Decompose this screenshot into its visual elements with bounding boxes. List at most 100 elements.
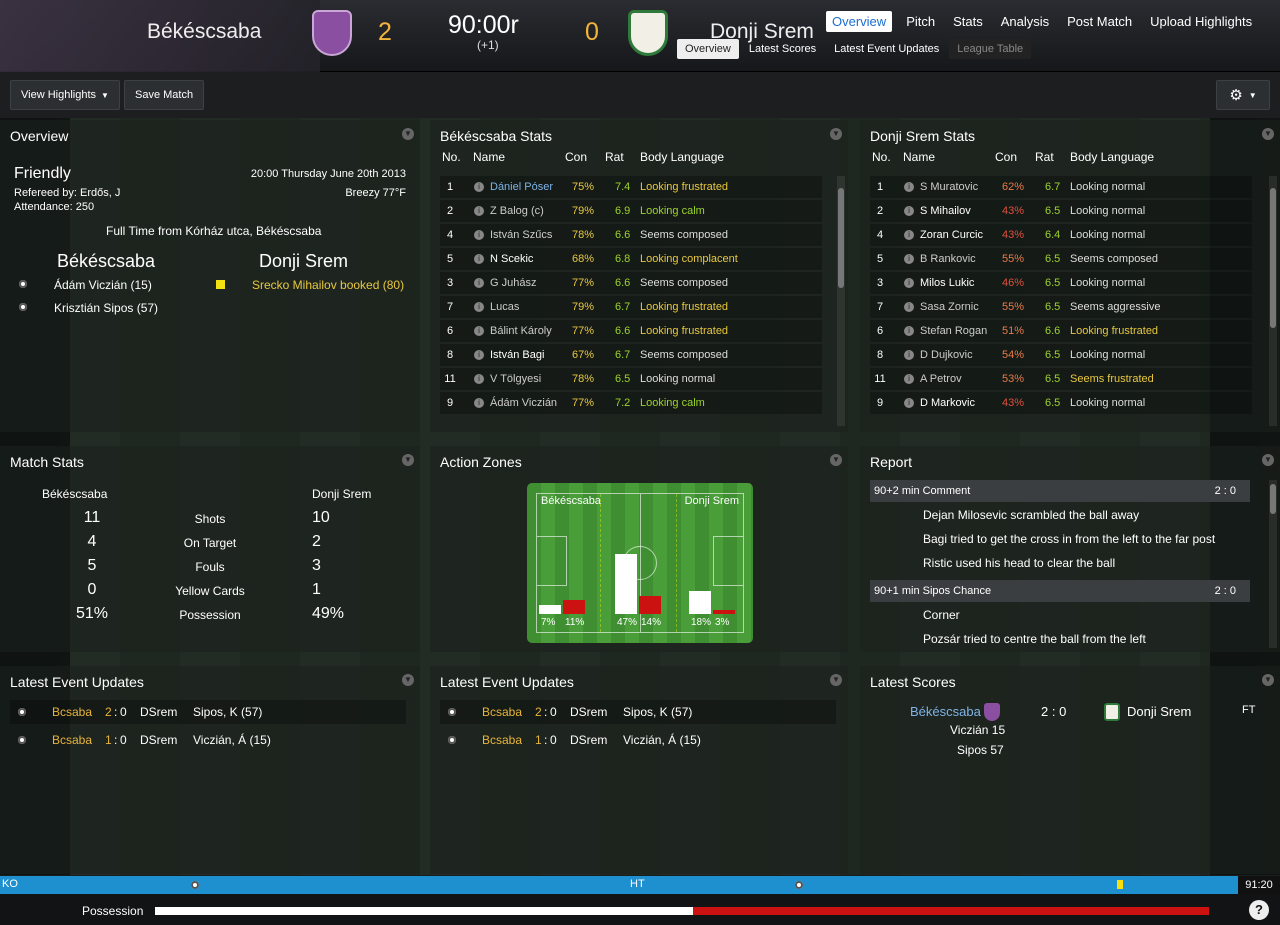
- info-icon[interactable]: i: [904, 206, 914, 216]
- player-name[interactable]: N Scekic: [490, 253, 533, 265]
- scores-score[interactable]: 2 : 0: [1041, 704, 1066, 719]
- player-row[interactable]: 9 i Ádám Viczián 77% 7.2 Looking calm: [440, 392, 822, 414]
- player-name[interactable]: Lucas: [490, 301, 519, 313]
- tab-post-match[interactable]: Post Match: [1061, 11, 1138, 32]
- chevron-down-icon[interactable]: ▼: [1262, 454, 1274, 466]
- info-icon[interactable]: i: [904, 374, 914, 384]
- chevron-down-icon[interactable]: ▼: [402, 454, 414, 466]
- player-row[interactable]: 3 i Milos Lukic 46% 6.5 Looking normal: [870, 272, 1252, 294]
- player-name[interactable]: Ádám Viczián: [490, 397, 557, 409]
- scroll-thumb[interactable]: [1270, 484, 1276, 514]
- player-name[interactable]: Dániel Póser: [490, 181, 553, 193]
- info-icon[interactable]: i: [904, 254, 914, 264]
- player-name[interactable]: István Szűcs: [490, 229, 552, 241]
- col-con[interactable]: Con: [995, 150, 1017, 164]
- player-name[interactable]: S Muratovic: [920, 181, 978, 193]
- tab-stats[interactable]: Stats: [947, 11, 989, 32]
- info-icon[interactable]: i: [904, 230, 914, 240]
- player-row[interactable]: 4 i Zoran Curcic 43% 6.4 Looking normal: [870, 224, 1252, 246]
- player-row[interactable]: 11 i V Tölgyesi 78% 6.5 Looking normal: [440, 368, 822, 390]
- player-name[interactable]: István Bagi: [490, 349, 544, 361]
- info-icon[interactable]: i: [904, 398, 914, 408]
- yellow-card-icon[interactable]: [1117, 880, 1123, 889]
- tab-upload-highlights[interactable]: Upload Highlights: [1144, 11, 1258, 32]
- info-icon[interactable]: i: [904, 278, 914, 288]
- info-icon[interactable]: i: [474, 350, 484, 360]
- player-name[interactable]: Milos Lukic: [920, 277, 974, 289]
- player-name[interactable]: G Juhász: [490, 277, 536, 289]
- player-row[interactable]: 7 i Sasa Zornic 55% 6.5 Seems aggressive: [870, 296, 1252, 318]
- player-row[interactable]: 6 i Bálint Károly 77% 6.6 Looking frustrated: [440, 320, 822, 342]
- chevron-down-icon[interactable]: ▼: [1262, 128, 1274, 140]
- event-team[interactable]: Bcsaba: [482, 705, 522, 719]
- info-icon[interactable]: i: [474, 302, 484, 312]
- event-team[interactable]: Bcsaba: [52, 705, 92, 719]
- col-no[interactable]: No.: [872, 150, 891, 164]
- match-timeline[interactable]: KO HT 91:20: [0, 876, 1280, 894]
- goal-ball-icon[interactable]: [191, 881, 199, 889]
- event-opponent[interactable]: DSrem: [140, 705, 177, 719]
- chevron-down-icon[interactable]: ▼: [830, 128, 842, 140]
- col-con[interactable]: Con: [565, 150, 587, 164]
- report-heading[interactable]: 90+2 min Comment 2 : 0: [870, 480, 1250, 502]
- subtab-overview[interactable]: Overview: [677, 39, 739, 59]
- player-row[interactable]: 2 i Z Balog (c) 79% 6.9 Looking calm: [440, 200, 822, 222]
- save-match-button[interactable]: Save Match: [124, 80, 205, 110]
- player-row[interactable]: 1 i Dániel Póser 75% 7.4 Looking frustrated: [440, 176, 822, 198]
- chevron-down-icon[interactable]: ▼: [402, 674, 414, 686]
- tab-analysis[interactable]: Analysis: [995, 11, 1055, 32]
- player-row[interactable]: 1 i S Muratovic 62% 6.7 Looking normal: [870, 176, 1252, 198]
- subtab-latest-scores[interactable]: Latest Scores: [741, 39, 824, 59]
- home-team-name[interactable]: Békéscsaba: [147, 20, 261, 44]
- tab-overview[interactable]: Overview: [826, 11, 893, 32]
- scroll-thumb[interactable]: [1270, 188, 1276, 328]
- info-icon[interactable]: i: [474, 326, 484, 336]
- event-row[interactable]: Bcsaba 1:0 DSrem Viczián, Á (15): [10, 728, 406, 752]
- player-name[interactable]: Sasa Zornic: [920, 301, 979, 313]
- player-row[interactable]: 8 i D Dujkovic 54% 6.5 Looking normal: [870, 344, 1252, 366]
- scrollbar[interactable]: [1269, 176, 1277, 426]
- player-row[interactable]: 11 i A Petrov 53% 6.5 Seems frustrated: [870, 368, 1252, 390]
- event-team[interactable]: Bcsaba: [482, 733, 522, 747]
- player-name[interactable]: S Mihailov: [920, 205, 971, 217]
- subtab-league-table[interactable]: League Table: [949, 39, 1032, 59]
- col-rat[interactable]: Rat: [605, 150, 624, 164]
- player-row[interactable]: 2 i S Mihailov 43% 6.5 Looking normal: [870, 200, 1252, 222]
- player-row[interactable]: 4 i István Szűcs 78% 6.6 Seems composed: [440, 224, 822, 246]
- player-row[interactable]: 8 i István Bagi 67% 6.7 Seems composed: [440, 344, 822, 366]
- help-icon[interactable]: ?: [1249, 900, 1269, 920]
- col-no[interactable]: No.: [442, 150, 461, 164]
- info-icon[interactable]: i: [474, 182, 484, 192]
- info-icon[interactable]: i: [474, 398, 484, 408]
- scores-home-team[interactable]: Békéscsaba: [910, 704, 981, 719]
- info-icon[interactable]: i: [474, 278, 484, 288]
- player-row[interactable]: 9 i D Markovic 43% 6.5 Looking normal: [870, 392, 1252, 414]
- player-name[interactable]: Zoran Curcic: [920, 229, 983, 241]
- col-body-language[interactable]: Body Language: [640, 150, 724, 164]
- player-row[interactable]: 6 i Stefan Rogan 51% 6.6 Looking frustrated: [870, 320, 1252, 342]
- goal-ball-icon[interactable]: [795, 881, 803, 889]
- info-icon[interactable]: i: [904, 350, 914, 360]
- event-opponent[interactable]: DSrem: [570, 733, 607, 747]
- player-row[interactable]: 3 i G Juhász 77% 6.6 Seems composed: [440, 272, 822, 294]
- subtab-latest-event-updates[interactable]: Latest Event Updates: [826, 39, 947, 59]
- chevron-down-icon[interactable]: ▼: [1262, 674, 1274, 686]
- view-highlights-button[interactable]: View Highlights ▼: [10, 80, 120, 110]
- player-name[interactable]: D Dujkovic: [920, 349, 973, 361]
- info-icon[interactable]: i: [474, 254, 484, 264]
- event-opponent[interactable]: DSrem: [140, 733, 177, 747]
- tab-pitch[interactable]: Pitch: [900, 11, 941, 32]
- player-name[interactable]: Bálint Károly: [490, 325, 552, 337]
- col-body-language[interactable]: Body Language: [1070, 150, 1154, 164]
- scroll-thumb[interactable]: [838, 188, 844, 288]
- player-row[interactable]: 5 i N Scekic 68% 6.8 Looking complacent: [440, 248, 822, 270]
- chevron-down-icon[interactable]: ▼: [830, 674, 842, 686]
- info-icon[interactable]: i: [474, 374, 484, 384]
- info-icon[interactable]: i: [474, 206, 484, 216]
- info-icon[interactable]: i: [904, 302, 914, 312]
- event-row[interactable]: Bcsaba 2:0 DSrem Sipos, K (57): [440, 700, 836, 724]
- player-name[interactable]: D Markovic: [920, 397, 975, 409]
- scores-away-team[interactable]: Donji Srem: [1127, 704, 1191, 719]
- player-name[interactable]: Stefan Rogan: [920, 325, 987, 337]
- event-opponent[interactable]: DSrem: [570, 705, 607, 719]
